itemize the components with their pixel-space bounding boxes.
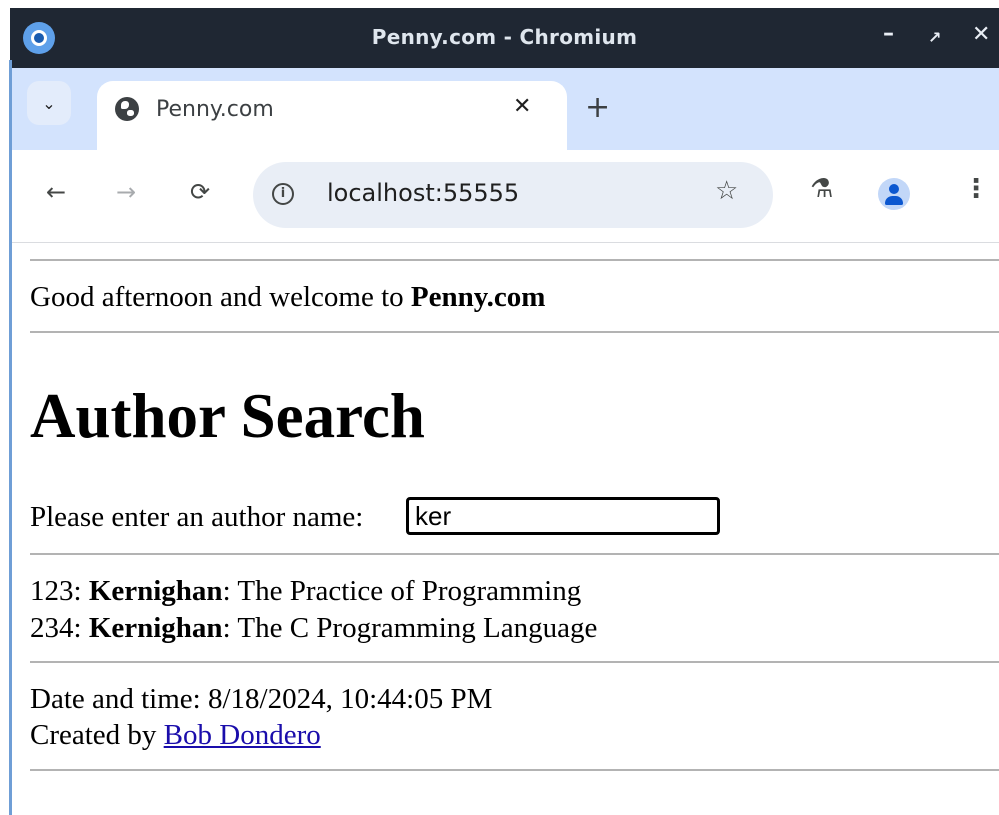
result-title: The C Programming Language bbox=[237, 612, 598, 644]
globe-icon bbox=[115, 97, 139, 121]
back-arrow-icon[interactable]: ← bbox=[46, 178, 66, 206]
result-author: Kernighan bbox=[88, 612, 223, 644]
author-search-input[interactable] bbox=[406, 497, 720, 535]
title-bar: Penny.com - Chromium – ↗ ✕ bbox=[10, 8, 999, 68]
result-item: 123: Kernighan: The Practice of Programm… bbox=[30, 575, 582, 607]
author-link[interactable]: Bob Dondero bbox=[164, 719, 321, 751]
minimize-icon[interactable]: – bbox=[883, 21, 894, 46]
new-tab-button[interactable]: + bbox=[585, 90, 610, 125]
reload-icon[interactable]: ⟳ bbox=[190, 178, 210, 206]
maximize-icon[interactable]: ↗ bbox=[928, 28, 941, 47]
window-title: Penny.com - Chromium bbox=[371, 25, 638, 49]
tab-title: Penny.com bbox=[156, 97, 274, 122]
credit-prefix: Created by bbox=[30, 719, 164, 751]
address-url[interactable]: localhost:55555 bbox=[327, 179, 519, 207]
greeting-text: Good afternoon and welcome to bbox=[30, 281, 411, 313]
result-author: Kernighan bbox=[88, 575, 223, 607]
profile-avatar-icon[interactable] bbox=[878, 178, 910, 210]
datetime-text: Date and time: 8/18/2024, 10:44:05 PM bbox=[30, 683, 493, 715]
divider bbox=[30, 553, 999, 555]
page-heading: Author Search bbox=[30, 381, 425, 451]
bookmark-star-icon[interactable]: ☆ bbox=[715, 176, 738, 206]
divider bbox=[30, 259, 999, 261]
labs-flask-icon[interactable]: ⚗ bbox=[810, 174, 833, 204]
divider bbox=[30, 661, 999, 663]
page-content: Good afternoon and welcome to Penny.com … bbox=[0, 235, 999, 815]
divider bbox=[30, 331, 999, 333]
site-info-icon[interactable]: i bbox=[272, 183, 294, 205]
search-prompt-label: Please enter an author name: bbox=[30, 501, 364, 533]
result-item: 234: Kernighan: The C Programming Langua… bbox=[30, 612, 598, 644]
greeting: Good afternoon and welcome to Penny.com bbox=[30, 281, 545, 314]
tab-close-icon[interactable]: ✕ bbox=[513, 94, 531, 119]
greeting-site-name: Penny.com bbox=[410, 281, 546, 313]
close-window-icon[interactable]: ✕ bbox=[972, 22, 990, 47]
result-id: 234 bbox=[30, 612, 74, 644]
result-id: 123 bbox=[30, 575, 74, 607]
result-title: The Practice of Programming bbox=[237, 575, 582, 607]
footer-credit: Created by Bob Dondero bbox=[30, 719, 321, 752]
kebab-menu-icon[interactable]: ⋮ bbox=[963, 174, 989, 204]
chevron-down-icon: ⌄ bbox=[42, 93, 56, 113]
divider bbox=[30, 769, 999, 771]
forward-arrow-icon[interactable]: → bbox=[116, 178, 136, 206]
tab-search-dropdown-button[interactable]: ⌄ bbox=[27, 81, 71, 125]
